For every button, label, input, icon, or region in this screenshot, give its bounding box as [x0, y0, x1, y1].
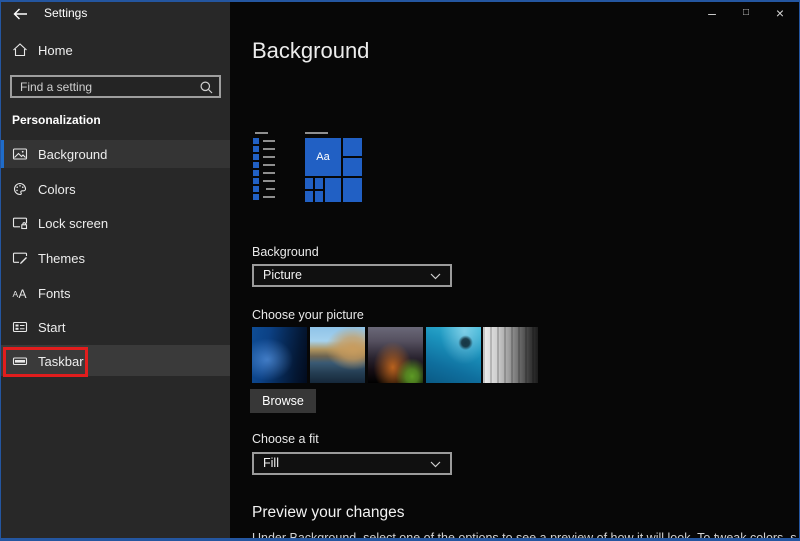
preview-tile: [315, 178, 323, 189]
sidebar-item-taskbar[interactable]: Taskbar: [0, 345, 230, 376]
preview-shape: [263, 196, 275, 198]
lock-screen-icon: [12, 215, 28, 231]
window-title: Settings: [44, 6, 88, 20]
sidebar-item-label: Lock screen: [38, 216, 109, 231]
maximize-button[interactable]: □: [730, 3, 762, 23]
preview-changes-heading: Preview your changes: [252, 504, 405, 521]
back-arrow-icon: [12, 6, 32, 22]
section-header-personalization: Personalization: [12, 113, 101, 127]
preview-shape: [253, 146, 259, 152]
wallpaper-thumbnail-night-sky[interactable]: [368, 327, 423, 383]
home-icon: [12, 42, 28, 58]
sidebar-item-lock-screen[interactable]: Lock screen: [0, 209, 230, 237]
dropdown-value: Fill: [263, 456, 279, 470]
sidebar-item-label: Start: [38, 320, 66, 335]
preview-shape: [253, 138, 259, 144]
preview-tile: [305, 178, 313, 189]
preview-shape: [263, 148, 275, 150]
sidebar-item-label: Themes: [38, 251, 85, 266]
settings-window: Settings Home Personalization: [0, 0, 800, 541]
preview-shape: [253, 178, 259, 184]
preview-shape: [263, 140, 275, 142]
preview-shape: [263, 164, 275, 166]
preview-shape: [253, 186, 259, 192]
close-button[interactable]: ×: [764, 3, 796, 23]
search-box: [10, 75, 221, 98]
choose-picture-label: Choose your picture: [252, 308, 364, 322]
sidebar-item-label: Background: [38, 147, 108, 162]
background-preview: Aa: [252, 128, 364, 204]
taskbar-icon: [12, 353, 28, 369]
back-button[interactable]: [12, 6, 32, 22]
choose-fit-label: Choose a fit: [252, 432, 319, 446]
background-type-label: Background: [252, 245, 319, 259]
search-input[interactable]: [12, 77, 219, 96]
start-icon: [12, 319, 28, 335]
sidebar-item-label: Colors: [38, 182, 76, 197]
preview-tile: [343, 158, 362, 176]
sidebar-item-background[interactable]: Background: [0, 140, 230, 168]
fit-dropdown[interactable]: Fill: [252, 452, 452, 475]
preview-shape: [253, 194, 259, 200]
sidebar-item-colors[interactable]: Colors: [0, 175, 230, 203]
preview-tile: [325, 178, 341, 202]
preview-tile: [305, 191, 313, 202]
sidebar-item-home[interactable]: Home: [0, 38, 230, 64]
preview-sample-tile: Aa: [305, 138, 341, 176]
preview-tile: [343, 178, 362, 202]
preview-shape: [305, 132, 328, 134]
preview-shape: [266, 188, 275, 190]
svg-text:A: A: [19, 287, 27, 301]
preview-shape: [255, 132, 268, 134]
colors-icon: [12, 181, 28, 197]
chevron-down-icon: [430, 273, 441, 280]
wallpaper-thumbnail-windows-default[interactable]: [252, 327, 307, 383]
sidebar-item-fonts[interactable]: A A Fonts: [0, 279, 230, 307]
themes-icon: [12, 250, 28, 266]
preview-shape: [253, 154, 259, 160]
browse-button[interactable]: Browse: [250, 389, 316, 413]
preview-shape: [253, 170, 259, 176]
window-border-left: [0, 0, 1, 541]
preview-shape: [253, 162, 259, 168]
sidebar-item-themes[interactable]: Themes: [0, 244, 230, 272]
window-border-top: [0, 0, 800, 2]
preview-tile: [315, 191, 323, 202]
minimize-button[interactable]: –: [696, 3, 728, 23]
sidebar-item-label: Home: [38, 43, 73, 58]
chevron-down-icon: [430, 461, 441, 468]
wallpaper-thumbnail-cliff[interactable]: [483, 327, 538, 383]
preview-tile: [343, 138, 362, 156]
background-icon: [12, 146, 28, 162]
dropdown-value: Picture: [263, 268, 302, 282]
preview-shape: [263, 180, 275, 182]
wallpaper-thumbnail-beach[interactable]: [310, 327, 365, 383]
preview-shape: [263, 156, 275, 158]
sidebar-item-label: Taskbar: [38, 354, 84, 369]
preview-shape: [263, 172, 275, 174]
background-type-dropdown[interactable]: Picture: [252, 264, 452, 287]
sidebar: Settings Home Personalization: [0, 0, 230, 541]
search-icon: [199, 80, 214, 95]
wallpaper-thumbnail-ocean[interactable]: [426, 327, 481, 383]
fonts-icon: A A: [12, 285, 28, 301]
sidebar-item-label: Fonts: [38, 286, 71, 301]
sidebar-item-start[interactable]: Start: [0, 313, 230, 341]
page-title: Background: [252, 38, 370, 63]
